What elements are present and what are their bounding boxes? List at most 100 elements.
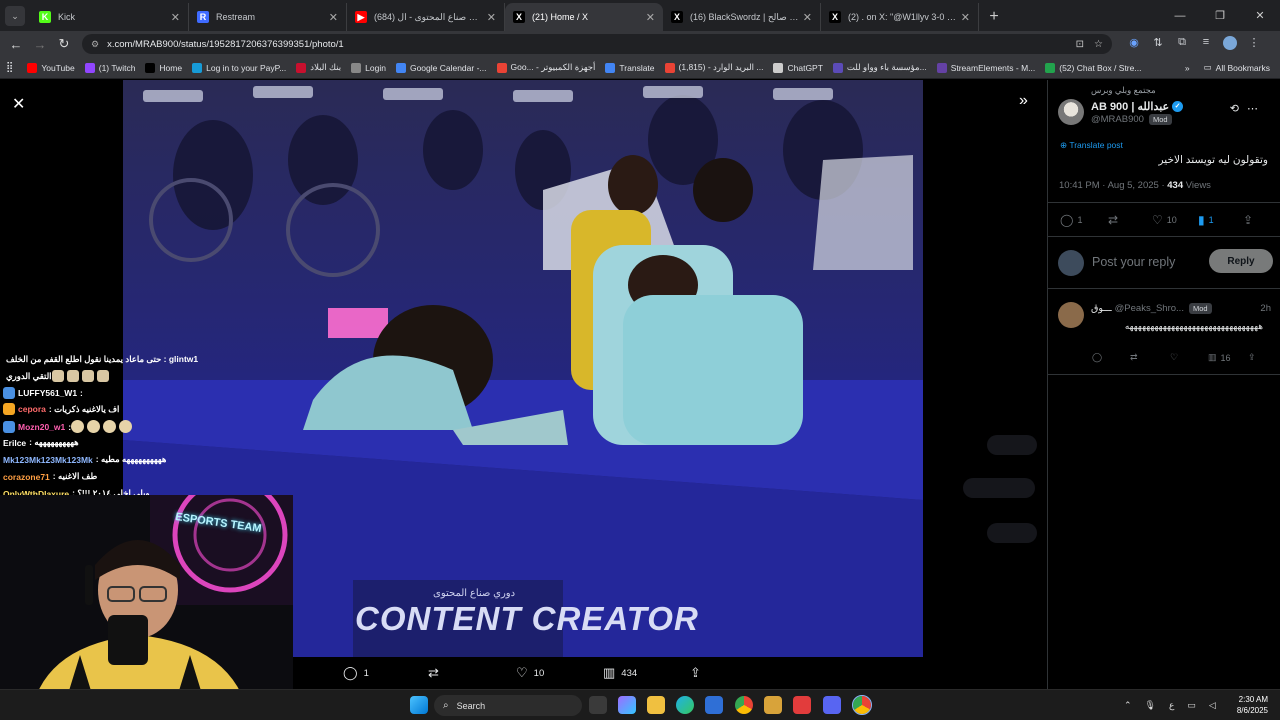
reload-icon[interactable]: ↻	[52, 36, 76, 52]
restore-icon[interactable]: ❐	[1200, 9, 1240, 22]
browser-tab[interactable]: X (16) BlackSwordz | صالح (@Rea ✕	[663, 3, 821, 31]
language-indicator[interactable]: ع	[1169, 700, 1174, 711]
taskbar-search[interactable]: ⌕ Search	[434, 695, 582, 716]
tab-close-icon[interactable]: ✕	[171, 11, 180, 24]
task-view-icon[interactable]	[589, 696, 607, 714]
browser-tab[interactable]: ▶ دوري صناع المحتوى - ال (684) ✕	[347, 3, 505, 31]
comment-repost-icon[interactable]: ⇄	[1130, 352, 1138, 363]
copilot-icon[interactable]	[618, 696, 636, 714]
start-icon[interactable]	[410, 696, 428, 714]
community-label[interactable]: مجتمع وبلي وبرس	[1091, 85, 1156, 96]
taskbar-clock[interactable]: 2:30 AM 8/6/2025	[1228, 694, 1268, 716]
reply-button[interactable]: ◯ 1	[343, 665, 369, 681]
translate-post-link[interactable]: ⊕ Translate post	[1060, 140, 1123, 151]
site-info-icon[interactable]: ⚙	[91, 39, 99, 50]
file-explorer-icon[interactable]	[647, 696, 665, 714]
chrome-icon[interactable]	[852, 695, 872, 715]
author-handle[interactable]: @MRAB900	[1091, 114, 1144, 125]
puzzle-icon[interactable]: ⧉	[1170, 36, 1194, 53]
bookmark-item[interactable]: YouTube	[27, 62, 75, 73]
post-reply-button[interactable]: ◯ 1	[1060, 213, 1082, 227]
app-icon[interactable]	[764, 696, 782, 714]
app-icon[interactable]	[793, 696, 811, 714]
emote-icon	[103, 420, 117, 433]
bookmark-item[interactable]: Google Calendar -...	[395, 62, 487, 73]
apps-icon[interactable]: ⣿	[6, 62, 13, 73]
chevron-up-icon[interactable]: ⌃	[1124, 700, 1132, 711]
bookmark-item[interactable]: بنك البلاد	[296, 62, 341, 73]
speaker-icon[interactable]: ◁	[1209, 700, 1216, 711]
browser-tab[interactable]: R Restream ✕	[189, 3, 347, 31]
all-bookmarks-link[interactable]: All Bookmarks	[1216, 63, 1270, 73]
bookmark-item[interactable]: Goo... - أجهزة الكمبيوتر	[496, 62, 595, 73]
expand-panel-icon[interactable]: »	[1019, 92, 1028, 110]
new-tab-button[interactable]: +	[983, 6, 1005, 28]
discord-icon[interactable]	[823, 696, 841, 714]
bookmark-item[interactable]: Translate	[605, 62, 655, 73]
bookmark-item[interactable]: ChatGPT	[773, 62, 823, 73]
like-count: 10	[533, 667, 545, 679]
bookmark-item[interactable]: StreamElements - M...	[936, 62, 1035, 73]
like-button[interactable]: ♡ 10	[516, 665, 544, 681]
bookmark-item[interactable]: (1,815) - البريد الوارد ...	[664, 62, 763, 73]
reply-submit-button[interactable]: Reply	[1209, 249, 1273, 273]
more-bookmarks-icon[interactable]: »	[1185, 63, 1190, 73]
store-icon[interactable]	[705, 696, 723, 714]
comment-views[interactable]: ▥ 16	[1208, 352, 1231, 363]
bookmark-item[interactable]: مؤسسة باء وواو للت...	[832, 62, 927, 73]
grok-icon[interactable]: ⟲	[1230, 103, 1247, 115]
bookmark-label: ChatGPT	[787, 62, 823, 73]
post-like-button[interactable]: ♡ 10	[1152, 213, 1177, 227]
profile-avatar[interactable]	[1218, 35, 1242, 53]
chrome-icon[interactable]	[735, 696, 753, 714]
share-button[interactable]: ⇪	[690, 665, 707, 681]
comment-like-icon[interactable]: ♡	[1170, 352, 1178, 363]
minimize-icon[interactable]: —	[1160, 10, 1200, 22]
comment-share-icon[interactable]: ⇪	[1248, 352, 1256, 363]
tab-close-icon[interactable]: ✕	[329, 11, 338, 24]
back-icon[interactable]: ←	[4, 37, 28, 52]
repost-button[interactable]: ⇄	[428, 665, 445, 681]
bookmark-item[interactable]: (52) Chat Box / Stre...	[1045, 62, 1141, 73]
post-bookmark-button[interactable]: ▮ 1	[1198, 213, 1214, 227]
browser-tab[interactable]: X (21) Home / X ✕	[505, 3, 663, 31]
commenter-name[interactable]: ـــوق	[1091, 303, 1112, 314]
bookmark-star-icon[interactable]: ☆	[1094, 39, 1103, 50]
close-window-icon[interactable]: ✕	[1240, 9, 1280, 22]
reading-list-icon[interactable]: ≡	[1194, 36, 1218, 53]
forward-icon[interactable]: →	[28, 37, 52, 52]
close-icon[interactable]: ✕	[12, 94, 25, 114]
bookmark-item[interactable]: (1) Twitch	[84, 62, 135, 73]
comment-time[interactable]: 2h	[1260, 303, 1271, 314]
bookmark-item[interactable]: Home	[145, 62, 182, 73]
menu-icon[interactable]: ⋮	[1242, 36, 1266, 53]
address-bar[interactable]: ⚙ x.com/MRAB900/status/19528172063763993…	[82, 34, 1112, 54]
author-avatar[interactable]	[1058, 99, 1084, 125]
mod-badge: Mod	[1188, 303, 1212, 314]
edge-icon[interactable]	[676, 696, 694, 714]
views-button[interactable]: ▥ 434	[603, 665, 637, 681]
post-time[interactable]: 10:41 PM · Aug 5, 2025 ·	[1059, 180, 1167, 191]
extension-icon[interactable]: ◉	[1122, 36, 1146, 53]
reply-input[interactable]: Post your reply	[1092, 255, 1175, 269]
tab-search-button[interactable]: ⌄	[5, 6, 25, 26]
commenter-handle[interactable]: @Peaks_Shro...	[1115, 303, 1184, 314]
network-icon[interactable]: ▭	[1187, 700, 1196, 711]
tab-close-icon[interactable]: ✕	[803, 11, 812, 24]
bookmark-item[interactable]: Log in to your PayP...	[192, 62, 286, 73]
bookmark-item[interactable]: Login	[351, 62, 386, 73]
commenter-avatar[interactable]	[1058, 302, 1084, 328]
microphone-icon[interactable]: 🎙	[1145, 700, 1156, 711]
comment-reply-icon[interactable]: ◯	[1092, 352, 1102, 363]
tab-close-icon[interactable]: ✕	[487, 11, 496, 24]
extension-icon[interactable]: ⇅	[1146, 36, 1170, 53]
browser-tab[interactable]: K Kick ✕	[31, 3, 189, 31]
tab-close-icon[interactable]: ✕	[961, 11, 970, 24]
author-name[interactable]: AB 900 | عبدالله ✓	[1091, 100, 1184, 113]
more-icon[interactable]: ⋯	[1247, 103, 1266, 115]
install-app-icon[interactable]: ⊡	[1076, 39, 1084, 50]
browser-tab[interactable]: X (2) . on X: "@W1llyv 3-0 تي يو ✕	[821, 3, 979, 31]
tab-close-icon[interactable]: ✕	[646, 11, 655, 24]
post-share-button[interactable]: ⇪	[1243, 213, 1257, 227]
post-repost-button[interactable]: ⇄	[1108, 213, 1122, 227]
